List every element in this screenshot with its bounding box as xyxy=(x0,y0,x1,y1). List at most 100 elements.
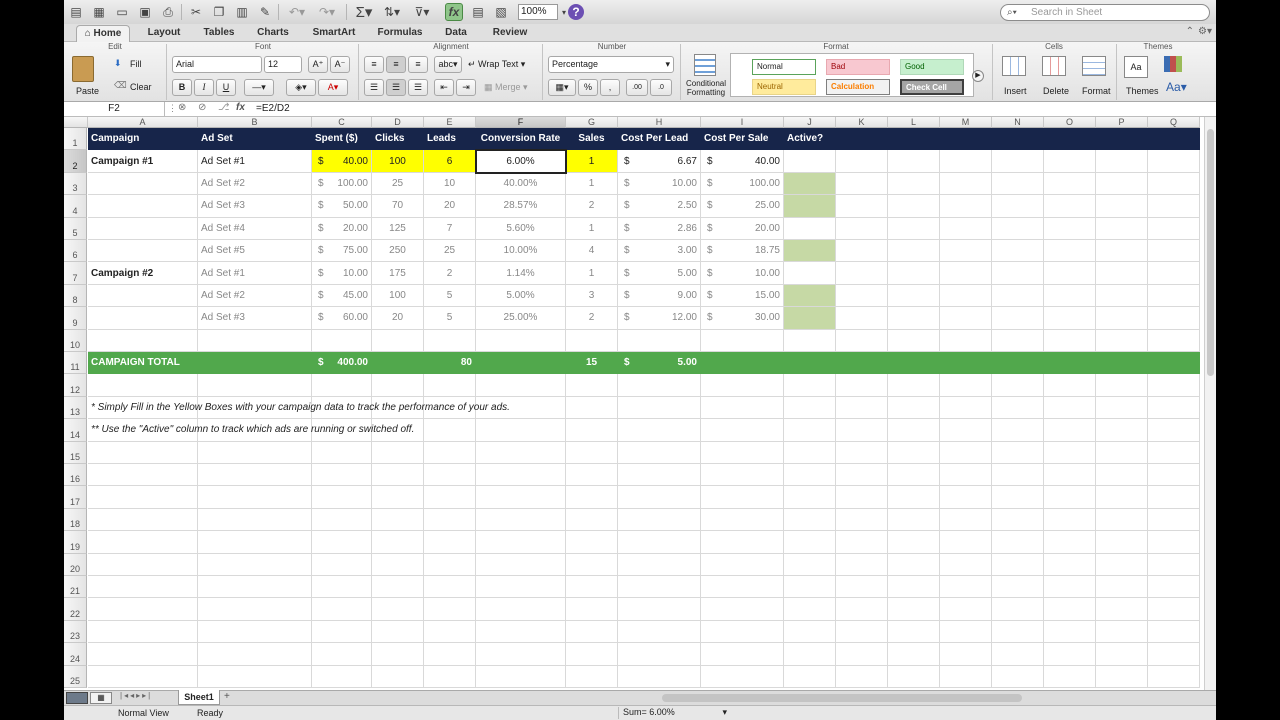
cell-l19[interactable] xyxy=(888,531,940,554)
cell-q14[interactable] xyxy=(1148,419,1200,442)
theme-fonts-button[interactable]: Aa▾ xyxy=(1166,80,1187,94)
cell-j25[interactable] xyxy=(784,665,836,688)
campaign-name[interactable] xyxy=(88,195,198,218)
campaign-name[interactable]: Campaign #1 xyxy=(88,150,198,173)
cell-b19[interactable] xyxy=(198,531,312,554)
conversion-rate-value[interactable]: 10.00% xyxy=(476,240,566,263)
leads-value[interactable]: 20 xyxy=(424,195,476,218)
insert-icon[interactable] xyxy=(1002,56,1026,76)
spent-value[interactable]: 100.00 $ xyxy=(312,172,372,196)
autosum-icon[interactable]: Σ▾ xyxy=(352,3,376,21)
cell-o14[interactable] xyxy=(1044,419,1096,442)
cell-f23[interactable] xyxy=(476,620,566,644)
cell-m23[interactable] xyxy=(940,620,992,644)
cell-n22[interactable] xyxy=(992,598,1044,621)
cell-l10[interactable] xyxy=(888,329,940,352)
cell-i23[interactable] xyxy=(701,620,784,644)
cell-m6[interactable] xyxy=(940,240,992,263)
clicks-value[interactable]: 100 xyxy=(372,284,424,308)
cell-c10[interactable] xyxy=(312,329,372,352)
cell-h25[interactable] xyxy=(618,665,701,688)
cell-p18[interactable] xyxy=(1096,508,1148,532)
cell-l3[interactable] xyxy=(888,172,940,196)
cell-e21[interactable] xyxy=(424,576,476,599)
cell-j22[interactable] xyxy=(784,598,836,621)
vertical-scroll-thumb[interactable] xyxy=(1207,129,1214,376)
cell-n8[interactable] xyxy=(992,284,1044,308)
row-header-2[interactable]: 2 xyxy=(64,150,87,173)
cell-n12[interactable] xyxy=(992,374,1044,397)
table-header[interactable] xyxy=(992,128,1044,151)
cell-g12[interactable] xyxy=(566,374,618,397)
cell-l15[interactable] xyxy=(888,441,940,464)
cell-f10[interactable] xyxy=(476,329,566,352)
cell-k8[interactable] xyxy=(836,284,888,308)
total-cost-per-lead[interactable]: 5.00 $ xyxy=(618,352,701,375)
cell-c24[interactable] xyxy=(312,643,372,666)
campaign-name[interactable]: Campaign #2 xyxy=(88,262,198,285)
formula-input[interactable]: =E2/D2 xyxy=(256,103,290,114)
cell-a16[interactable] xyxy=(88,464,198,487)
clicks-value[interactable]: 25 xyxy=(372,172,424,196)
cell-l21[interactable] xyxy=(888,576,940,599)
conversion-rate-value[interactable]: 1.14% xyxy=(476,262,566,285)
conditional-formatting-button[interactable]: Conditional Formatting xyxy=(684,79,728,97)
delete-icon[interactable] xyxy=(1042,56,1066,76)
vertical-scrollbar[interactable] xyxy=(1204,117,1216,690)
cell-n16[interactable] xyxy=(992,464,1044,487)
cell-g16[interactable] xyxy=(566,464,618,487)
column-header-h[interactable]: H xyxy=(618,117,701,128)
cell-b18[interactable] xyxy=(198,508,312,532)
cell-b24[interactable] xyxy=(198,643,312,666)
sales-value[interactable]: 1 xyxy=(566,172,618,196)
campaign-name[interactable] xyxy=(88,240,198,263)
conversion-rate-value[interactable]: 28.57% xyxy=(476,195,566,218)
percent-icon[interactable]: % xyxy=(578,79,598,96)
table-header[interactable] xyxy=(940,128,992,151)
clicks-value[interactable]: 20 xyxy=(372,307,424,330)
cell-m22[interactable] xyxy=(940,598,992,621)
total-row-cell[interactable] xyxy=(1148,352,1200,375)
cell-j21[interactable] xyxy=(784,576,836,599)
cell-g10[interactable] xyxy=(566,329,618,352)
cell-i18[interactable] xyxy=(701,508,784,532)
cell-d18[interactable] xyxy=(372,508,424,532)
cell-m24[interactable] xyxy=(940,643,992,666)
cell-m18[interactable] xyxy=(940,508,992,532)
cell-k17[interactable] xyxy=(836,486,888,509)
cell-h21[interactable] xyxy=(618,576,701,599)
cell-k25[interactable] xyxy=(836,665,888,688)
sales-value[interactable]: 2 xyxy=(566,307,618,330)
eraser-icon[interactable]: ⌫ xyxy=(114,80,127,91)
cell-j23[interactable] xyxy=(784,620,836,644)
cell-c25[interactable] xyxy=(312,665,372,688)
cell-m25[interactable] xyxy=(940,665,992,688)
cell-o18[interactable] xyxy=(1044,508,1096,532)
cell-g20[interactable] xyxy=(566,553,618,576)
cell-m7[interactable] xyxy=(940,262,992,285)
style-check-cell[interactable]: Check Cell xyxy=(900,79,964,95)
cell-b23[interactable] xyxy=(198,620,312,644)
style-neutral[interactable]: Neutral xyxy=(752,79,816,95)
cell-l9[interactable] xyxy=(888,307,940,330)
cell-o8[interactable] xyxy=(1044,284,1096,308)
total-row-cell[interactable] xyxy=(940,352,992,375)
cell-p24[interactable] xyxy=(1096,643,1148,666)
row-header-3[interactable]: 3 xyxy=(64,172,87,196)
styles-next-icon[interactable]: ▶ xyxy=(972,70,984,82)
table-header[interactable]: Sales xyxy=(566,128,618,151)
cell-o16[interactable] xyxy=(1044,464,1096,487)
cell-a23[interactable] xyxy=(88,620,198,644)
cell-b15[interactable] xyxy=(198,441,312,464)
cell-l23[interactable] xyxy=(888,620,940,644)
table-header[interactable]: Cost Per Lead xyxy=(618,128,701,151)
cell-g15[interactable] xyxy=(566,441,618,464)
row-header-13[interactable]: 13 xyxy=(64,396,87,420)
clear-button[interactable]: Clear xyxy=(130,82,152,92)
cell-i16[interactable] xyxy=(701,464,784,487)
cell-f17[interactable] xyxy=(476,486,566,509)
cell-j19[interactable] xyxy=(784,531,836,554)
cell-g17[interactable] xyxy=(566,486,618,509)
cell-o3[interactable] xyxy=(1044,172,1096,196)
print-icon[interactable]: ⎙ xyxy=(159,3,177,21)
